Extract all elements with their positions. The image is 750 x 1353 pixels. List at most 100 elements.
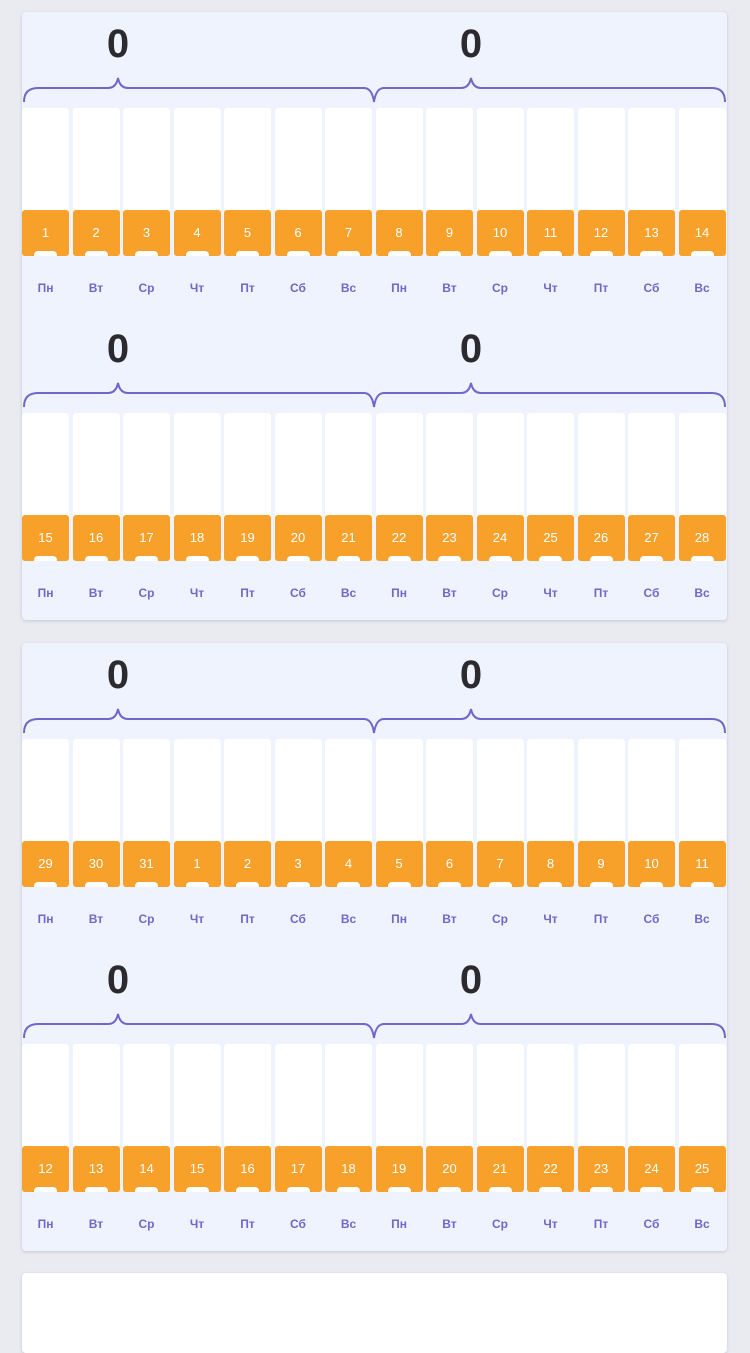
day-column[interactable]: 30 Вт <box>72 739 120 939</box>
day-column[interactable]: 9 Вт <box>426 108 473 308</box>
day-column[interactable]: 24 Ср <box>476 413 524 613</box>
weekday-label: Вс <box>340 1217 357 1231</box>
day-column[interactable]: 15 Чт <box>173 1044 221 1244</box>
day-bar <box>476 108 524 212</box>
day-column[interactable]: 11 Вс <box>678 739 726 939</box>
day-bar <box>224 108 271 212</box>
weekday-label: Ср <box>492 281 508 295</box>
day-column[interactable]: 6 Сб <box>274 108 322 308</box>
day-bar <box>325 1044 372 1148</box>
weekday-label: Ср <box>138 912 155 926</box>
day-column[interactable]: 5 Пт <box>224 108 271 308</box>
day-column[interactable]: 26 Пт <box>577 413 625 613</box>
day-column[interactable]: 22 Чт <box>527 1044 574 1244</box>
day-column[interactable]: 2 Пт <box>224 739 271 939</box>
day-number: 16 <box>72 515 120 561</box>
day-bar <box>678 413 726 517</box>
week-total: 0 <box>459 327 483 371</box>
day-column[interactable]: 21 Вс <box>325 413 372 613</box>
day-column[interactable]: 8 Чт <box>527 739 574 939</box>
day-bar <box>22 1044 69 1148</box>
day-column[interactable]: 12 Пн <box>22 1044 69 1244</box>
day-column[interactable]: 8 Пн <box>375 108 423 308</box>
day-column[interactable]: 2 Вт <box>72 108 120 308</box>
day-number: 15 <box>22 515 69 561</box>
day-column[interactable]: 23 Пт <box>577 1044 625 1244</box>
day-number: 3 <box>123 210 170 256</box>
day-column[interactable]: 1 Чт <box>173 739 221 939</box>
day-column[interactable]: 14 Вс <box>678 108 726 308</box>
day-bar <box>224 739 271 843</box>
day-column[interactable]: 4 Чт <box>173 108 221 308</box>
weekday-label: Вс <box>694 281 710 295</box>
day-column[interactable]: 13 Сб <box>628 108 675 308</box>
weekday-label: Ср <box>492 586 508 600</box>
day-column[interactable]: 18 Чт <box>173 413 221 613</box>
day-column[interactable]: 3 Ср <box>123 108 170 308</box>
day-number: 10 <box>476 210 524 256</box>
day-column[interactable]: 10 Ср <box>476 108 524 308</box>
day-column[interactable]: 28 Вс <box>678 413 726 613</box>
weekday-label: Сб <box>290 1217 306 1231</box>
day-column[interactable]: 6 Вт <box>426 739 473 939</box>
day-column[interactable]: 18 Вс <box>325 1044 372 1244</box>
weekday-label: Пт <box>593 912 609 926</box>
weekday-label: Сб <box>290 912 306 926</box>
day-column[interactable]: 19 Пт <box>224 413 271 613</box>
day-column[interactable]: 5 Пн <box>375 739 423 939</box>
day-column[interactable]: 4 Вс <box>325 739 372 939</box>
day-column[interactable]: 19 Пн <box>375 1044 423 1244</box>
day-column[interactable]: 3 Сб <box>274 739 322 939</box>
day-bar <box>325 108 372 212</box>
weekday-label: Вс <box>340 586 357 600</box>
day-number: 21 <box>476 1146 524 1192</box>
day-column[interactable]: 29 Пн <box>22 739 69 939</box>
day-bar <box>375 1044 423 1148</box>
day-column[interactable]: 11 Чт <box>527 108 574 308</box>
day-column[interactable]: 20 Сб <box>274 413 322 613</box>
day-number: 11 <box>678 841 726 887</box>
day-column[interactable]: 7 Вс <box>325 108 372 308</box>
day-number: 31 <box>123 841 170 887</box>
day-column[interactable]: 13 Вт <box>72 1044 120 1244</box>
day-column[interactable]: 21 Ср <box>476 1044 524 1244</box>
day-column[interactable]: 23 Вт <box>426 413 473 613</box>
day-bar <box>325 739 372 843</box>
weekday-label: Пн <box>37 586 54 600</box>
weekday-label: Сб <box>643 586 660 600</box>
day-bar <box>325 413 372 517</box>
day-column[interactable]: 25 Вс <box>678 1044 726 1244</box>
day-column[interactable]: 16 Вт <box>72 413 120 613</box>
day-column[interactable]: 7 Ср <box>476 739 524 939</box>
day-number: 9 <box>577 841 625 887</box>
weekday-label: Вт <box>442 586 457 600</box>
day-bar <box>476 413 524 517</box>
day-column[interactable]: 15 Пн <box>22 413 69 613</box>
day-bar <box>628 739 675 843</box>
day-column[interactable]: 1 Пн <box>22 108 69 308</box>
day-bar <box>72 108 120 212</box>
day-column[interactable]: 14 Ср <box>123 1044 170 1244</box>
day-column[interactable]: 31 Ср <box>123 739 170 939</box>
day-number: 22 <box>375 515 423 561</box>
weekday-label: Чт <box>189 912 205 926</box>
day-column[interactable]: 20 Вт <box>426 1044 473 1244</box>
day-column[interactable]: 24 Сб <box>628 1044 675 1244</box>
day-column[interactable]: 12 Пт <box>577 108 625 308</box>
day-number: 6 <box>274 210 322 256</box>
day-number: 4 <box>325 841 372 887</box>
day-bar <box>527 1044 574 1148</box>
day-column[interactable]: 27 Сб <box>628 413 675 613</box>
day-column[interactable]: 16 Пт <box>224 1044 271 1244</box>
day-number: 26 <box>577 515 625 561</box>
day-column[interactable]: 22 Пн <box>375 413 423 613</box>
week-total: 0 <box>459 653 483 697</box>
day-number: 21 <box>325 515 372 561</box>
day-column[interactable]: 9 Пт <box>577 739 625 939</box>
day-bar <box>678 739 726 843</box>
day-column[interactable]: 17 Сб <box>274 1044 322 1244</box>
day-column[interactable]: 25 Чт <box>527 413 574 613</box>
day-bar <box>527 413 574 517</box>
day-column[interactable]: 17 Ср <box>123 413 170 613</box>
day-column[interactable]: 10 Сб <box>628 739 675 939</box>
